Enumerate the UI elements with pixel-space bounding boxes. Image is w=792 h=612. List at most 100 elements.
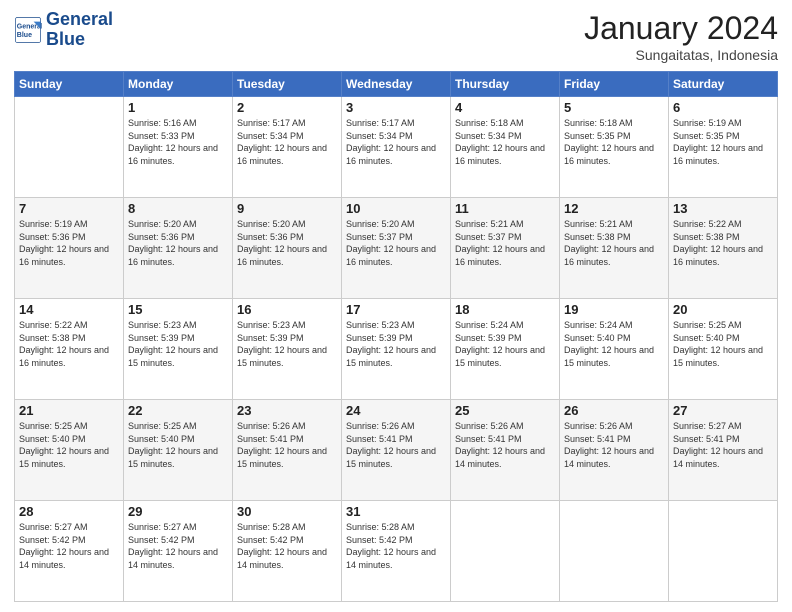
day-number: 9 [237, 201, 337, 216]
calendar-cell: 20Sunrise: 5:25 AMSunset: 5:40 PMDayligh… [669, 299, 778, 400]
day-number: 22 [128, 403, 228, 418]
day-info: Sunrise: 5:23 AMSunset: 5:39 PMDaylight:… [237, 319, 337, 369]
day-number: 27 [673, 403, 773, 418]
day-number: 19 [564, 302, 664, 317]
calendar-week-row: 21Sunrise: 5:25 AMSunset: 5:40 PMDayligh… [15, 400, 778, 501]
day-info: Sunrise: 5:20 AMSunset: 5:36 PMDaylight:… [237, 218, 337, 268]
day-number: 10 [346, 201, 446, 216]
calendar-cell: 12Sunrise: 5:21 AMSunset: 5:38 PMDayligh… [560, 198, 669, 299]
day-number: 2 [237, 100, 337, 115]
calendar-cell: 22 Sunrise: 5:25 AMSunset: 5:40 PMDayligh… [124, 400, 233, 501]
svg-text:Blue: Blue [17, 32, 32, 39]
day-info: Sunrise: 5:17 AMSunset: 5:34 PMDaylight:… [237, 117, 337, 167]
day-number: 8 [128, 201, 228, 216]
day-number: 1 [128, 100, 228, 115]
calendar-cell: 1Sunrise: 5:16 AMSunset: 5:33 PMDaylight… [124, 97, 233, 198]
day-number: 13 [673, 201, 773, 216]
calendar-cell: 2 Sunrise: 5:17 AMSunset: 5:34 PMDaylight… [233, 97, 342, 198]
calendar-week-row: 14 Sunrise: 5:22 AMSunset: 5:38 PMDayligh… [15, 299, 778, 400]
day-number: 11 [455, 201, 555, 216]
day-info: Sunrise: 5:26 AMSunset: 5:41 PMDaylight:… [564, 420, 664, 470]
day-number: 16 [237, 302, 337, 317]
day-info: Sunrise: 5:20 AMSunset: 5:36 PMDaylight:… [128, 218, 228, 268]
day-number: 5 [564, 100, 664, 115]
day-number: 7 [19, 201, 119, 216]
calendar-cell: 21Sunrise: 5:25 AMSunset: 5:40 PMDayligh… [15, 400, 124, 501]
day-number: 3 [346, 100, 446, 115]
calendar-cell: 8 Sunrise: 5:20 AMSunset: 5:36 PMDaylight… [124, 198, 233, 299]
calendar-cell: 18 Sunrise: 5:24 AMSunset: 5:39 PMDayligh… [451, 299, 560, 400]
day-number: 29 [128, 504, 228, 519]
calendar-header-saturday: Saturday [669, 72, 778, 97]
calendar-table: SundayMondayTuesdayWednesdayThursdayFrid… [14, 71, 778, 602]
calendar-cell: 25 Sunrise: 5:26 AMSunset: 5:41 PMDayligh… [451, 400, 560, 501]
day-info: Sunrise: 5:19 AMSunset: 5:36 PMDaylight:… [19, 218, 119, 268]
day-number: 23 [237, 403, 337, 418]
day-number: 17 [346, 302, 446, 317]
day-info: Sunrise: 5:20 AMSunset: 5:37 PMDaylight:… [346, 218, 446, 268]
calendar-cell: 10 Sunrise: 5:20 AMSunset: 5:37 PMDayligh… [342, 198, 451, 299]
calendar-cell: 4 Sunrise: 5:18 AMSunset: 5:34 PMDaylight… [451, 97, 560, 198]
day-info: Sunrise: 5:27 AMSunset: 5:42 PMDaylight:… [19, 521, 119, 571]
subtitle: Sungaitatas, Indonesia [584, 47, 778, 63]
day-info: Sunrise: 5:27 AMSunset: 5:41 PMDaylight:… [673, 420, 773, 470]
day-number: 14 [19, 302, 119, 317]
day-info: Sunrise: 5:26 AMSunset: 5:41 PMDaylight:… [237, 420, 337, 470]
day-info: Sunrise: 5:25 AMSunset: 5:40 PMDaylight:… [19, 420, 119, 470]
logo-icon: General Blue [14, 16, 42, 44]
calendar-header-wednesday: Wednesday [342, 72, 451, 97]
calendar-cell: 30Sunrise: 5:28 AMSunset: 5:42 PMDayligh… [233, 501, 342, 602]
day-info: Sunrise: 5:21 AMSunset: 5:37 PMDaylight:… [455, 218, 555, 268]
calendar-cell: 27 Sunrise: 5:27 AMSunset: 5:41 PMDayligh… [669, 400, 778, 501]
day-number: 15 [128, 302, 228, 317]
day-number: 28 [19, 504, 119, 519]
calendar-cell: 9 Sunrise: 5:20 AMSunset: 5:36 PMDaylight… [233, 198, 342, 299]
day-info: Sunrise: 5:25 AMSunset: 5:40 PMDaylight:… [673, 319, 773, 369]
day-info: Sunrise: 5:23 AMSunset: 5:39 PMDaylight:… [128, 319, 228, 369]
day-info: Sunrise: 5:18 AMSunset: 5:35 PMDaylight:… [564, 117, 664, 167]
calendar-cell: 6 Sunrise: 5:19 AMSunset: 5:35 PMDaylight… [669, 97, 778, 198]
calendar-cell: 31Sunrise: 5:28 AMSunset: 5:42 PMDayligh… [342, 501, 451, 602]
day-info: Sunrise: 5:22 AMSunset: 5:38 PMDaylight:… [673, 218, 773, 268]
calendar-header-friday: Friday [560, 72, 669, 97]
day-info: Sunrise: 5:22 AMSunset: 5:38 PMDaylight:… [19, 319, 119, 369]
day-info: Sunrise: 5:25 AMSunset: 5:40 PMDaylight:… [128, 420, 228, 470]
calendar-header-monday: Monday [124, 72, 233, 97]
day-info: Sunrise: 5:18 AMSunset: 5:34 PMDaylight:… [455, 117, 555, 167]
calendar-cell: 26Sunrise: 5:26 AMSunset: 5:41 PMDayligh… [560, 400, 669, 501]
day-info: Sunrise: 5:23 AMSunset: 5:39 PMDaylight:… [346, 319, 446, 369]
logo-line2: Blue [46, 30, 113, 50]
day-info: Sunrise: 5:26 AMSunset: 5:41 PMDaylight:… [346, 420, 446, 470]
calendar-cell: 14 Sunrise: 5:22 AMSunset: 5:38 PMDayligh… [15, 299, 124, 400]
calendar-cell: 13 Sunrise: 5:22 AMSunset: 5:38 PMDayligh… [669, 198, 778, 299]
calendar-week-row: 1Sunrise: 5:16 AMSunset: 5:33 PMDaylight… [15, 97, 778, 198]
calendar-header-tuesday: Tuesday [233, 72, 342, 97]
day-number: 24 [346, 403, 446, 418]
calendar-cell: 16 Sunrise: 5:23 AMSunset: 5:39 PMDayligh… [233, 299, 342, 400]
calendar-cell [451, 501, 560, 602]
day-info: Sunrise: 5:24 AMSunset: 5:39 PMDaylight:… [455, 319, 555, 369]
day-number: 4 [455, 100, 555, 115]
day-info: Sunrise: 5:26 AMSunset: 5:41 PMDaylight:… [455, 420, 555, 470]
day-number: 25 [455, 403, 555, 418]
header: General Blue General Blue January 2024 S… [14, 10, 778, 63]
calendar-cell [560, 501, 669, 602]
logo-line1: General [46, 10, 113, 30]
calendar-cell: 17 Sunrise: 5:23 AMSunset: 5:39 PMDayligh… [342, 299, 451, 400]
calendar-cell: 15 Sunrise: 5:23 AMSunset: 5:39 PMDayligh… [124, 299, 233, 400]
day-info: Sunrise: 5:19 AMSunset: 5:35 PMDaylight:… [673, 117, 773, 167]
day-number: 12 [564, 201, 664, 216]
calendar-cell: 28 Sunrise: 5:27 AMSunset: 5:42 PMDayligh… [15, 501, 124, 602]
calendar-cell: 24 Sunrise: 5:26 AMSunset: 5:41 PMDayligh… [342, 400, 451, 501]
day-number: 6 [673, 100, 773, 115]
calendar-week-row: 7 Sunrise: 5:19 AMSunset: 5:36 PMDaylight… [15, 198, 778, 299]
logo: General Blue General Blue [14, 10, 113, 50]
calendar-cell: 19Sunrise: 5:24 AMSunset: 5:40 PMDayligh… [560, 299, 669, 400]
day-number: 30 [237, 504, 337, 519]
day-info: Sunrise: 5:17 AMSunset: 5:34 PMDaylight:… [346, 117, 446, 167]
day-info: Sunrise: 5:27 AMSunset: 5:42 PMDaylight:… [128, 521, 228, 571]
title-block: January 2024 Sungaitatas, Indonesia [584, 10, 778, 63]
calendar-cell: 3 Sunrise: 5:17 AMSunset: 5:34 PMDaylight… [342, 97, 451, 198]
day-number: 18 [455, 302, 555, 317]
calendar-week-row: 28 Sunrise: 5:27 AMSunset: 5:42 PMDayligh… [15, 501, 778, 602]
